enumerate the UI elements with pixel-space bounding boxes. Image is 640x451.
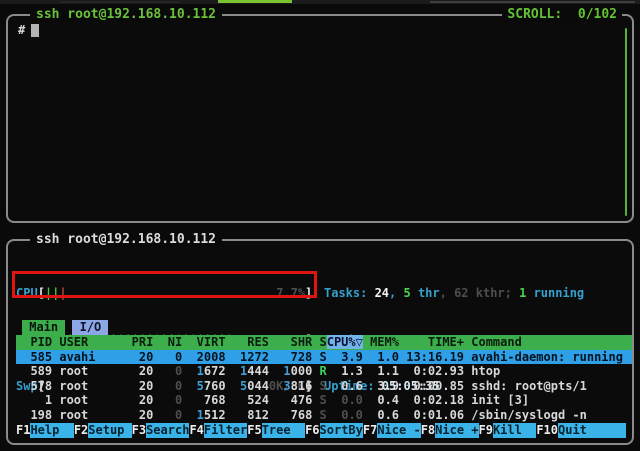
fkey-f8[interactable]: F8 (421, 423, 435, 438)
process-row-pid-198[interactable]: 198 root 20 0 1512 812 768 S 0.0 0.6 0:0… (16, 408, 632, 423)
fkey-label-f6[interactable]: SortBy (320, 423, 363, 438)
scroll-indicator: SCROLL: 0/102 (502, 7, 622, 22)
process-row-pid-578[interactable]: 578 root 20 0 5760 5044 3816 S 0.6 3.9 0… (16, 379, 632, 394)
process-table: PID USER PRI NI VIRT RES SHR SCPU%▽ MEM%… (16, 335, 632, 423)
fkey-label-f5[interactable]: Tree (262, 423, 305, 438)
fkey-label-f1[interactable]: Help (30, 423, 73, 438)
fkey-f3[interactable]: F3 (132, 423, 146, 438)
tab-main[interactable]: Main (22, 320, 65, 335)
progress-segment (60, 1, 180, 3)
fkey-label-f2[interactable]: Setup (88, 423, 131, 438)
shell-prompt[interactable]: # (18, 23, 39, 37)
tasks-summary: Tasks: 24, 5 thr, 62 kthr; 1 running (324, 286, 584, 302)
fkey-label-f7[interactable]: Nice - (377, 423, 420, 438)
fkey-label-f8[interactable]: Nice + (435, 423, 478, 438)
video-progress-strip (0, 0, 640, 4)
process-row-pid-1[interactable]: 1 root 20 0 768 524 476 S 0.0 0.4 0:02.1… (16, 393, 632, 408)
cpu-meter: CPU[||| 7.7%] (16, 286, 313, 302)
pane-title-ssh: ssh root@192.168.10.112 (30, 232, 222, 247)
progress-segment (430, 1, 635, 3)
fkey-f6[interactable]: F6 (305, 423, 319, 438)
fkey-f1[interactable]: F1 (16, 423, 30, 438)
fkey-f9[interactable]: F9 (479, 423, 493, 438)
terminal-pane-top: ssh root@192.168.10.112 SCROLL: 0/102 # (6, 14, 634, 223)
fkey-f7[interactable]: F7 (363, 423, 377, 438)
fkey-label-f4[interactable]: Filter (204, 423, 247, 438)
progress-segment-green (218, 0, 292, 3)
fkey-label-f10[interactable]: Quit (558, 423, 626, 438)
prompt-symbol: # (18, 23, 25, 37)
process-row-pid-585[interactable]: 585 avahi 20 0 2008 1272 728 S 3.9 1.0 1… (16, 350, 632, 365)
process-row-pid-589[interactable]: 589 root 20 0 1672 1444 1000 R 1.3 1.1 0… (16, 364, 632, 379)
terminal-cursor (31, 24, 39, 37)
fkey-label-f9[interactable]: Kill (493, 423, 536, 438)
pane-title-ssh: ssh root@192.168.10.112 (30, 7, 222, 22)
fkey-f4[interactable]: F4 (189, 423, 203, 438)
fkey-f2[interactable]: F2 (74, 423, 88, 438)
fkey-label-f3[interactable]: Search (146, 423, 189, 438)
tab-i-o[interactable]: I/O (72, 320, 108, 335)
scrollbar[interactable] (625, 28, 627, 216)
fkey-f5[interactable]: F5 (247, 423, 261, 438)
function-key-bar: F1Help F2Setup F3SearchF4FilterF5Tree F6… (16, 423, 626, 438)
fkey-f10[interactable]: F10 (536, 423, 558, 438)
table-header-row[interactable]: PID USER PRI NI VIRT RES SHR SCPU%▽ MEM%… (16, 335, 632, 350)
htop-screen-tabs: Main I/O (22, 320, 108, 335)
terminal-pane-htop: ssh root@192.168.10.112 CPU[||| 7.7%] Me… (6, 239, 634, 445)
